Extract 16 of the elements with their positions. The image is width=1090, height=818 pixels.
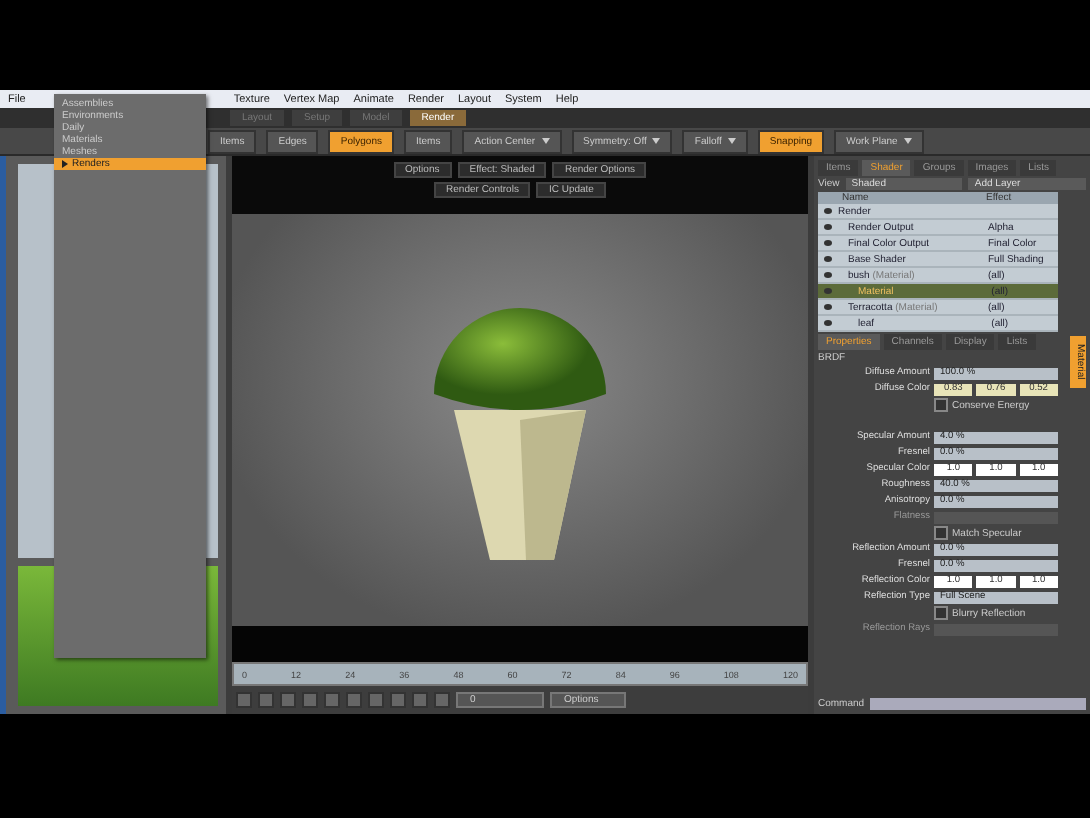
caret-icon (903, 137, 912, 144)
caret-icon (652, 137, 661, 144)
caret-icon (727, 137, 736, 144)
caret-icon (541, 137, 550, 144)
eye-icon[interactable] (824, 224, 832, 230)
checkbox[interactable] (934, 398, 948, 412)
eye-icon[interactable] (824, 320, 832, 326)
eye-icon[interactable] (824, 240, 832, 246)
eye-icon[interactable] (824, 272, 832, 278)
eye-icon[interactable] (824, 256, 832, 262)
eye-icon[interactable] (824, 304, 832, 310)
triangle-icon (62, 160, 68, 168)
checkbox[interactable] (934, 526, 948, 540)
checkbox[interactable] (934, 606, 948, 620)
command-field[interactable] (870, 698, 1086, 710)
eye-icon[interactable] (824, 208, 832, 214)
